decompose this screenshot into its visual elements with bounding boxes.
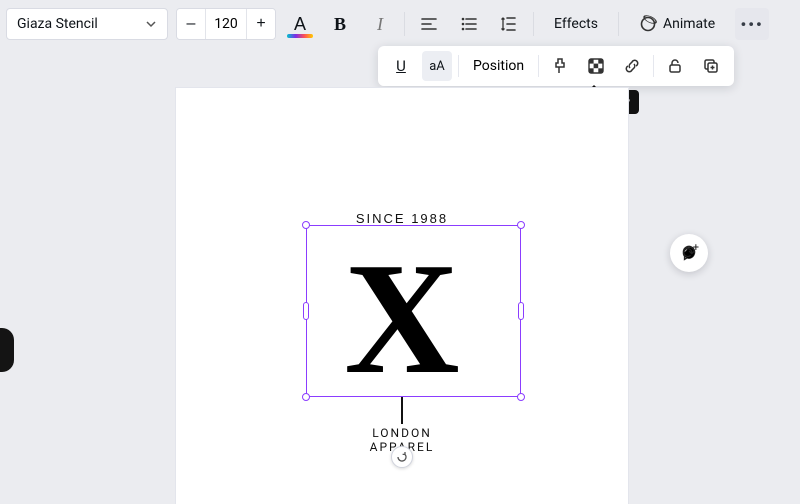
spacing-button[interactable] — [493, 8, 525, 40]
chevron-down-icon — [145, 18, 157, 30]
list-button[interactable] — [453, 8, 485, 40]
resize-handle-bottom-left[interactable] — [302, 393, 310, 401]
separator — [653, 55, 654, 77]
resize-handle-right[interactable] — [518, 302, 524, 320]
rotate-handle[interactable] — [391, 446, 413, 468]
lock-button[interactable] — [660, 51, 690, 81]
font-family-name: Giaza Stencil — [17, 16, 98, 32]
animate-button[interactable]: Animate — [627, 8, 727, 40]
text-color-button[interactable]: A — [284, 8, 316, 40]
separator — [404, 12, 405, 36]
resize-handle-top-left[interactable] — [302, 221, 310, 229]
resize-handle-bottom-right[interactable] — [517, 393, 525, 401]
separator — [538, 55, 539, 77]
logo-divider-line — [401, 396, 403, 424]
link-button[interactable] — [617, 51, 647, 81]
bold-button[interactable]: B — [324, 8, 356, 40]
logo-since-text[interactable]: SINCE 1988 — [176, 211, 628, 226]
font-size-value[interactable]: 120 — [205, 9, 247, 39]
animate-icon — [639, 15, 657, 33]
animate-label: Animate — [663, 16, 715, 32]
separator — [458, 55, 459, 77]
resize-handle-top-right[interactable] — [517, 221, 525, 229]
font-size-stepper: – 120 + — [176, 8, 276, 40]
overflow-popover: U aA Position — [378, 46, 734, 86]
logo-city-text[interactable]: LONDON — [176, 426, 628, 440]
effects-button[interactable]: Effects — [542, 8, 610, 40]
decrease-size-button[interactable]: – — [177, 9, 205, 39]
uppercase-button[interactable]: aA — [422, 51, 452, 81]
position-button[interactable]: Position — [465, 58, 532, 74]
left-panel-edge[interactable] — [0, 328, 14, 372]
more-options-button[interactable]: ••• — [735, 8, 769, 40]
resize-handle-left[interactable] — [303, 302, 309, 320]
alignment-button[interactable] — [413, 8, 445, 40]
increase-size-button[interactable]: + — [247, 9, 275, 39]
text-toolbar: Giaza Stencil – 120 + A B I Effects Anim… — [6, 6, 794, 42]
duplicate-button[interactable] — [696, 51, 726, 81]
add-comment-button[interactable]: ⟳ + — [670, 234, 708, 272]
text-color-label: A — [294, 14, 306, 35]
italic-button[interactable]: I — [364, 8, 396, 40]
copy-style-button[interactable] — [545, 51, 575, 81]
design-canvas[interactable]: SINCE 1988 X LONDON APPAREL — [176, 88, 628, 504]
selection-frame[interactable] — [306, 225, 521, 397]
separator — [533, 12, 534, 36]
underline-button[interactable]: U — [386, 51, 416, 81]
separator — [618, 12, 619, 36]
font-family-select[interactable]: Giaza Stencil — [6, 8, 168, 40]
transparency-button[interactable] — [581, 51, 611, 81]
color-spectrum-bar — [287, 34, 313, 38]
